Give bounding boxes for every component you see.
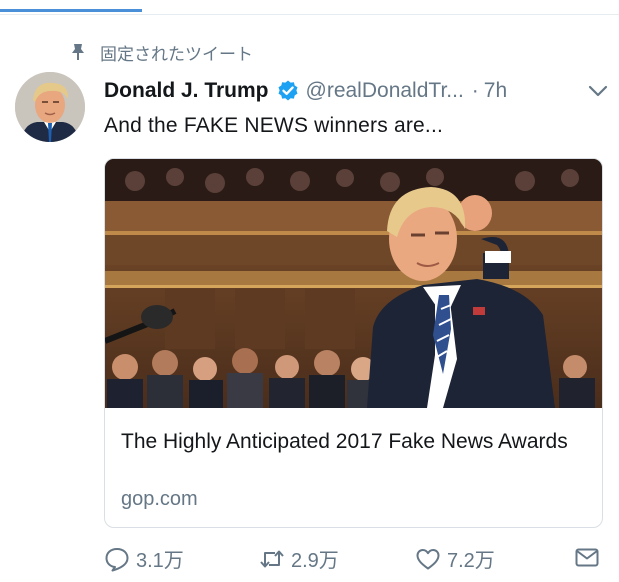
card-photo	[105, 159, 602, 408]
reply-button[interactable]: 3.1万	[104, 544, 184, 573]
retweet-count: 2.9万	[291, 550, 339, 572]
pinned-tweet-label-row: 固定されたツイート	[70, 40, 253, 64]
link-card[interactable]: The Highly Anticipated 2017 Fake News Aw…	[104, 158, 603, 528]
card-title[interactable]: The Highly Anticipated 2017 Fake News Aw…	[121, 427, 581, 457]
card-domain: gop.com	[121, 488, 198, 510]
tweet-actions: 3.1万 2.9万 7.2万	[104, 544, 609, 574]
chevron-down-icon[interactable]	[587, 80, 609, 102]
user-handle[interactable]: @realDonaldTr...	[306, 79, 464, 103]
tweet-text: And the FAKE NEWS winners are...	[104, 114, 444, 137]
top-tab-bar	[0, 0, 619, 15]
reply-count: 3.1万	[136, 550, 184, 572]
header-separator: ·	[471, 79, 479, 102]
pin-icon	[72, 44, 84, 60]
envelope-icon	[575, 548, 599, 567]
verified-badge-icon	[278, 80, 298, 101]
avatar-image	[15, 72, 85, 142]
display-name[interactable]: Donald J. Trump	[104, 79, 269, 103]
retweet-button[interactable]: 2.9万	[259, 544, 339, 573]
like-button[interactable]: 7.2万	[415, 544, 495, 573]
active-tab-indicator	[0, 9, 142, 12]
tweet-header: Donald J. Trump @realDonaldTr... · 7h	[104, 76, 609, 106]
like-count: 7.2万	[447, 550, 495, 572]
direct-message-button[interactable]	[574, 544, 606, 570]
heart-icon	[416, 548, 440, 569]
reply-icon	[105, 547, 129, 571]
tweet-timestamp[interactable]: 7h	[484, 79, 507, 103]
pinned-label: 固定されたツイート	[100, 44, 253, 64]
avatar[interactable]	[15, 72, 85, 142]
retweet-icon	[260, 550, 284, 567]
card-image	[105, 159, 602, 408]
